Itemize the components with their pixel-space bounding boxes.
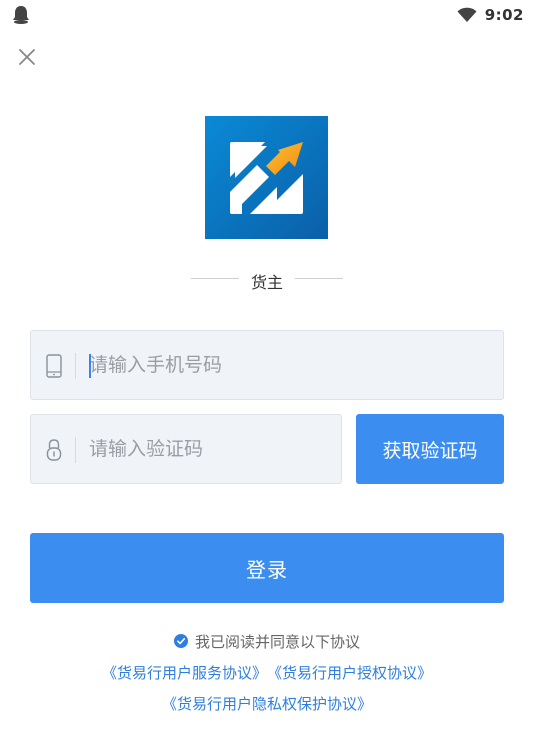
status-bar: 9:02 [0,0,534,30]
field-separator [75,437,76,463]
wifi-icon [457,7,477,22]
status-right: 9:02 [457,5,524,25]
notification-bell-icon [13,6,29,24]
verification-code-field[interactable] [30,414,342,484]
agreement-links-row: 《货易行用户隐私权保护协议》 [0,692,534,714]
authorization-agreement-link[interactable]: 《货易行用户授权协议》 [267,662,432,683]
field-separator [75,353,76,379]
divider-line-left [191,278,239,279]
text-cursor [89,354,91,378]
role-label: 货主 [250,273,283,292]
service-agreement-link[interactable]: 《货易行用户服务协议》 [102,662,267,683]
checkbox-checked-icon[interactable] [173,634,188,648]
privacy-agreement-link[interactable]: 《货易行用户隐私权保护协议》 [162,693,372,714]
close-icon[interactable] [14,44,40,70]
agreement-links-row: 《货易行用户服务协议》 《货易行用户授权协议》 [0,661,534,683]
agreement-text: 我已阅读并同意以下协议 [194,632,360,651]
phone-field[interactable] [30,330,504,400]
agreement-row: 我已阅读并同意以下协议 [0,630,534,652]
divider-line-right [295,278,343,279]
app-logo [205,116,328,239]
phone-icon [46,354,62,378]
login-button-label: 登录 [246,557,288,582]
login-button[interactable]: 登录 [30,533,504,603]
phone-input[interactable] [89,331,489,399]
role-divider: 货主 [0,264,534,294]
get-code-button[interactable]: 获取验证码 [356,414,504,484]
verification-code-input[interactable] [89,415,329,483]
status-time: 9:02 [484,6,524,24]
login-screen: 9:02 货主 请输入手机号码 请输入验证码 获取验证码 登录 我已阅读并同意以… [0,0,534,729]
lock-icon [46,439,62,461]
